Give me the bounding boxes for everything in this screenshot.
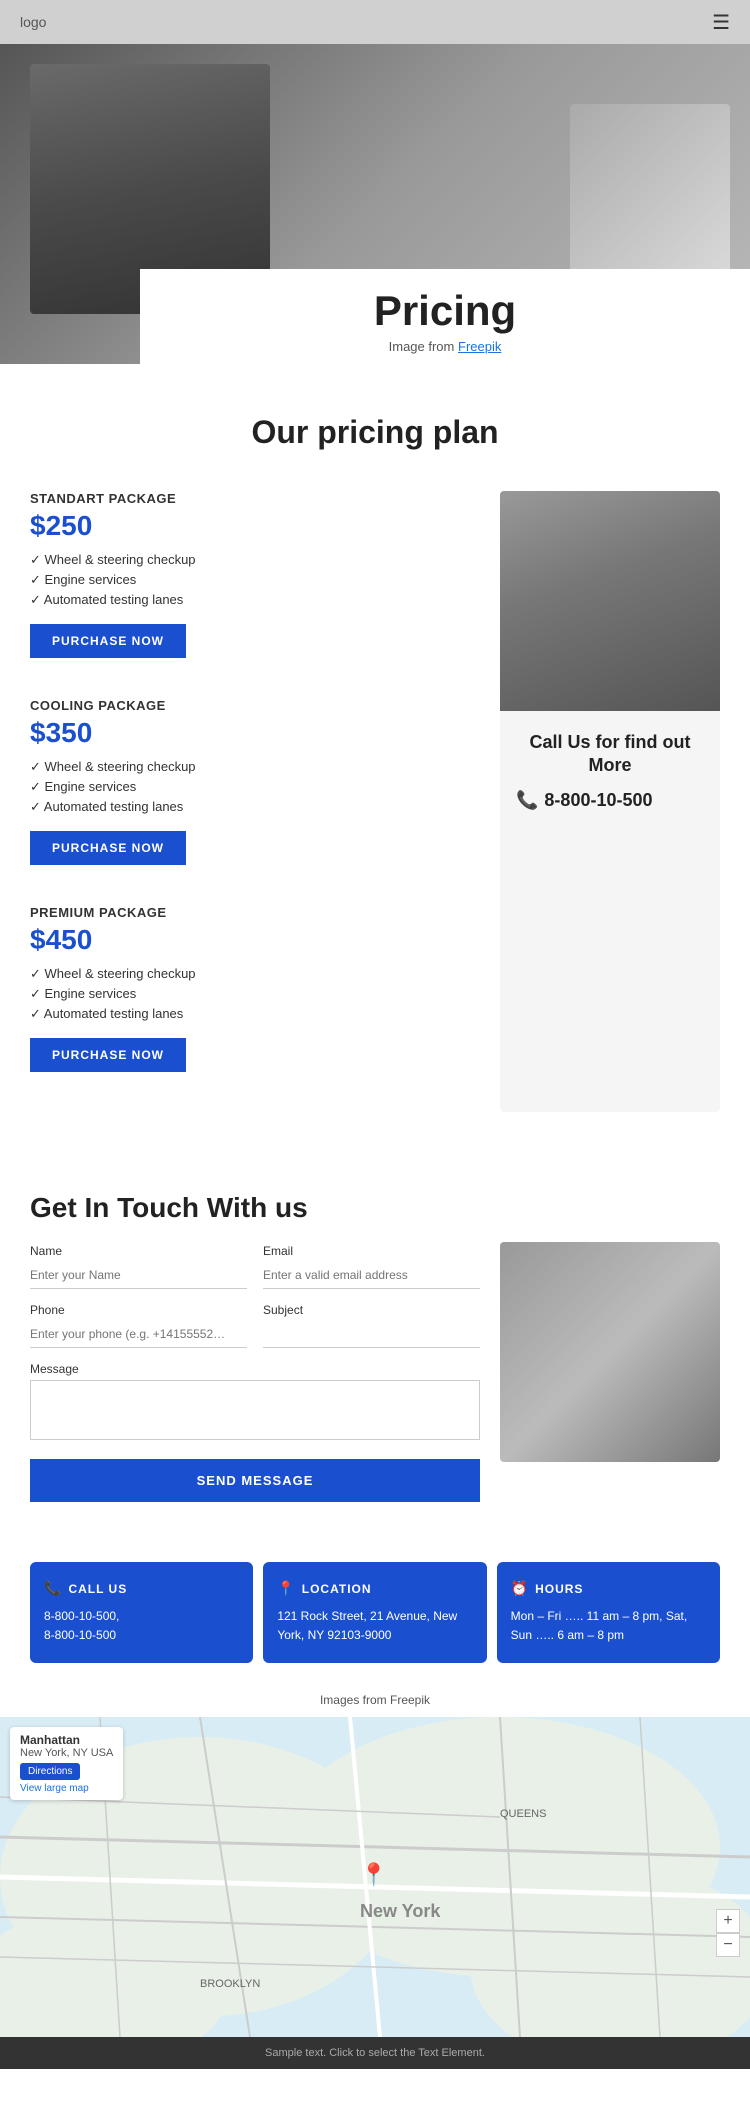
info-card-location-title: 📍 LOCATION bbox=[277, 1580, 472, 1597]
phone-icon: 📞 bbox=[516, 790, 538, 811]
feature-item: Engine services bbox=[30, 984, 480, 1004]
zoom-out-button[interactable]: − bbox=[716, 1933, 740, 1957]
contact-form-area: Get In Touch With us Name Email Phone Su… bbox=[30, 1192, 480, 1502]
sidebar-phone-number: 8-800-10-500 bbox=[544, 790, 652, 811]
form-group-email: Email bbox=[263, 1244, 480, 1289]
footer-text: Sample text. Click to select the Text El… bbox=[265, 2047, 485, 2059]
sidebar-mechanic-image bbox=[500, 491, 720, 711]
feature-item: Wheel & steering checkup bbox=[30, 964, 480, 984]
freepik-note: Images from Freepik bbox=[0, 1683, 750, 1717]
package-cooling-price: $350 bbox=[30, 717, 480, 749]
pricing-layout: STANDART PACKAGE $250 Wheel & steering c… bbox=[30, 491, 720, 1112]
package-cooling-features: Wheel & steering checkup Engine services… bbox=[30, 757, 480, 817]
package-premium-features: Wheel & steering checkup Engine services… bbox=[30, 964, 480, 1024]
form-group-message: Message bbox=[30, 1362, 480, 1459]
sidebar-cta-text: Call Us for find out More bbox=[516, 731, 704, 778]
form-group-name: Name bbox=[30, 1244, 247, 1289]
package-cooling: COOLING PACKAGE $350 Wheel & steering ch… bbox=[30, 698, 480, 875]
form-group-subject: Subject bbox=[263, 1303, 480, 1348]
package-standart-features: Wheel & steering checkup Engine services… bbox=[30, 550, 480, 610]
feature-item: Engine services bbox=[30, 777, 480, 797]
pricing-section: Our pricing plan STANDART PACKAGE $250 W… bbox=[0, 364, 750, 1152]
info-card-hours-content: Mon – Fri ….. 11 am – 8 pm, Sat, Sun …..… bbox=[511, 1607, 706, 1645]
feature-item: Automated testing lanes bbox=[30, 797, 480, 817]
freepik-link[interactable]: Freepik bbox=[458, 339, 501, 354]
menu-button[interactable]: ☰ bbox=[712, 10, 730, 35]
hero-title: Pricing bbox=[160, 287, 730, 335]
purchase-now-button-standart[interactable]: PURCHASE NOW bbox=[30, 624, 186, 658]
name-input[interactable] bbox=[30, 1262, 247, 1289]
package-standart-price: $250 bbox=[30, 510, 480, 542]
info-card-location-content: 121 Rock Street, 21 Avenue, New York, NY… bbox=[277, 1607, 472, 1645]
map-state: New York, NY USA bbox=[20, 1747, 113, 1759]
map-section[interactable]: New York BROOKLYN QUEENS 📍 Manhattan New… bbox=[0, 1717, 750, 2037]
subject-label: Subject bbox=[263, 1303, 480, 1317]
feature-item: Wheel & steering checkup bbox=[30, 757, 480, 777]
map-label: Manhattan New York, NY USA Directions Vi… bbox=[10, 1727, 123, 1800]
phone-input[interactable] bbox=[30, 1321, 247, 1348]
message-textarea[interactable] bbox=[30, 1380, 480, 1440]
phone-icon: 📞 bbox=[44, 1580, 62, 1597]
subject-input[interactable] bbox=[263, 1321, 480, 1348]
clock-icon: ⏰ bbox=[511, 1580, 529, 1597]
map-zoom-controls: + − bbox=[716, 1909, 740, 1957]
package-cooling-name: COOLING PACKAGE bbox=[30, 698, 480, 713]
svg-text:📍: 📍 bbox=[360, 1862, 387, 1887]
email-label: Email bbox=[263, 1244, 480, 1258]
email-input[interactable] bbox=[263, 1262, 480, 1289]
info-card-hours-title: ⏰ HOURS bbox=[511, 1580, 706, 1597]
pricing-sidebar: Call Us for find out More 📞 8-800-10-500 bbox=[500, 491, 720, 1112]
purchase-now-button-premium[interactable]: PURCHASE NOW bbox=[30, 1038, 186, 1072]
feature-item: Automated testing lanes bbox=[30, 1004, 480, 1024]
header: logo ☰ bbox=[0, 0, 750, 44]
message-label: Message bbox=[30, 1362, 480, 1376]
hero-subtitle: Image from Freepik bbox=[160, 339, 730, 354]
package-premium: PREMIUM PACKAGE $450 Wheel & steering ch… bbox=[30, 905, 480, 1082]
contact-section: Get In Touch With us Name Email Phone Su… bbox=[0, 1152, 750, 1542]
form-group-phone: Phone bbox=[30, 1303, 247, 1348]
info-card-location: 📍 LOCATION 121 Rock Street, 21 Avenue, N… bbox=[263, 1562, 486, 1663]
package-premium-price: $450 bbox=[30, 924, 480, 956]
footer-bar[interactable]: Sample text. Click to select the Text El… bbox=[0, 2037, 750, 2069]
info-card-call-title: 📞 CALL US bbox=[44, 1580, 239, 1597]
map-background: New York BROOKLYN QUEENS 📍 Manhattan New… bbox=[0, 1717, 750, 2037]
package-standart-name: STANDART PACKAGE bbox=[30, 491, 480, 506]
info-cards: 📞 CALL US 8-800-10-500, 8-800-10-500 📍 L… bbox=[0, 1542, 750, 1683]
pricing-packages: STANDART PACKAGE $250 Wheel & steering c… bbox=[30, 491, 480, 1112]
feature-item: Automated testing lanes bbox=[30, 590, 480, 610]
svg-text:New York: New York bbox=[360, 1901, 441, 1921]
pricing-section-title: Our pricing plan bbox=[30, 414, 720, 451]
info-card-hours: ⏰ HOURS Mon – Fri ….. 11 am – 8 pm, Sat,… bbox=[497, 1562, 720, 1663]
map-city: Manhattan bbox=[20, 1733, 113, 1747]
send-message-button[interactable]: SEND MESSAGE bbox=[30, 1459, 480, 1502]
contact-car-image bbox=[500, 1242, 720, 1462]
feature-item: Engine services bbox=[30, 570, 480, 590]
zoom-in-button[interactable]: + bbox=[716, 1909, 740, 1933]
purchase-now-button-cooling[interactable]: PURCHASE NOW bbox=[30, 831, 186, 865]
view-large-map-link[interactable]: View large map bbox=[20, 1783, 113, 1794]
location-icon: 📍 bbox=[277, 1580, 295, 1597]
name-label: Name bbox=[30, 1244, 247, 1258]
info-card-call: 📞 CALL US 8-800-10-500, 8-800-10-500 bbox=[30, 1562, 253, 1663]
phone-label: Phone bbox=[30, 1303, 247, 1317]
svg-text:BROOKLYN: BROOKLYN bbox=[200, 1978, 260, 1990]
contact-title: Get In Touch With us bbox=[30, 1192, 480, 1224]
info-card-call-content: 8-800-10-500, 8-800-10-500 bbox=[44, 1607, 239, 1645]
package-standart: STANDART PACKAGE $250 Wheel & steering c… bbox=[30, 491, 480, 668]
sidebar-phone: 📞 8-800-10-500 bbox=[516, 790, 704, 811]
sidebar-cta-box: Call Us for find out More 📞 8-800-10-500 bbox=[500, 711, 720, 831]
logo: logo bbox=[20, 14, 46, 30]
hero-title-box: Pricing Image from Freepik bbox=[140, 269, 750, 364]
svg-text:QUEENS: QUEENS bbox=[500, 1808, 546, 1820]
hero-section: Pricing Image from Freepik bbox=[0, 44, 750, 364]
feature-item: Wheel & steering checkup bbox=[30, 550, 480, 570]
form-row-name-email: Name Email bbox=[30, 1244, 480, 1289]
directions-button[interactable]: Directions bbox=[20, 1763, 80, 1780]
package-premium-name: PREMIUM PACKAGE bbox=[30, 905, 480, 920]
form-row-phone-subject: Phone Subject bbox=[30, 1303, 480, 1348]
